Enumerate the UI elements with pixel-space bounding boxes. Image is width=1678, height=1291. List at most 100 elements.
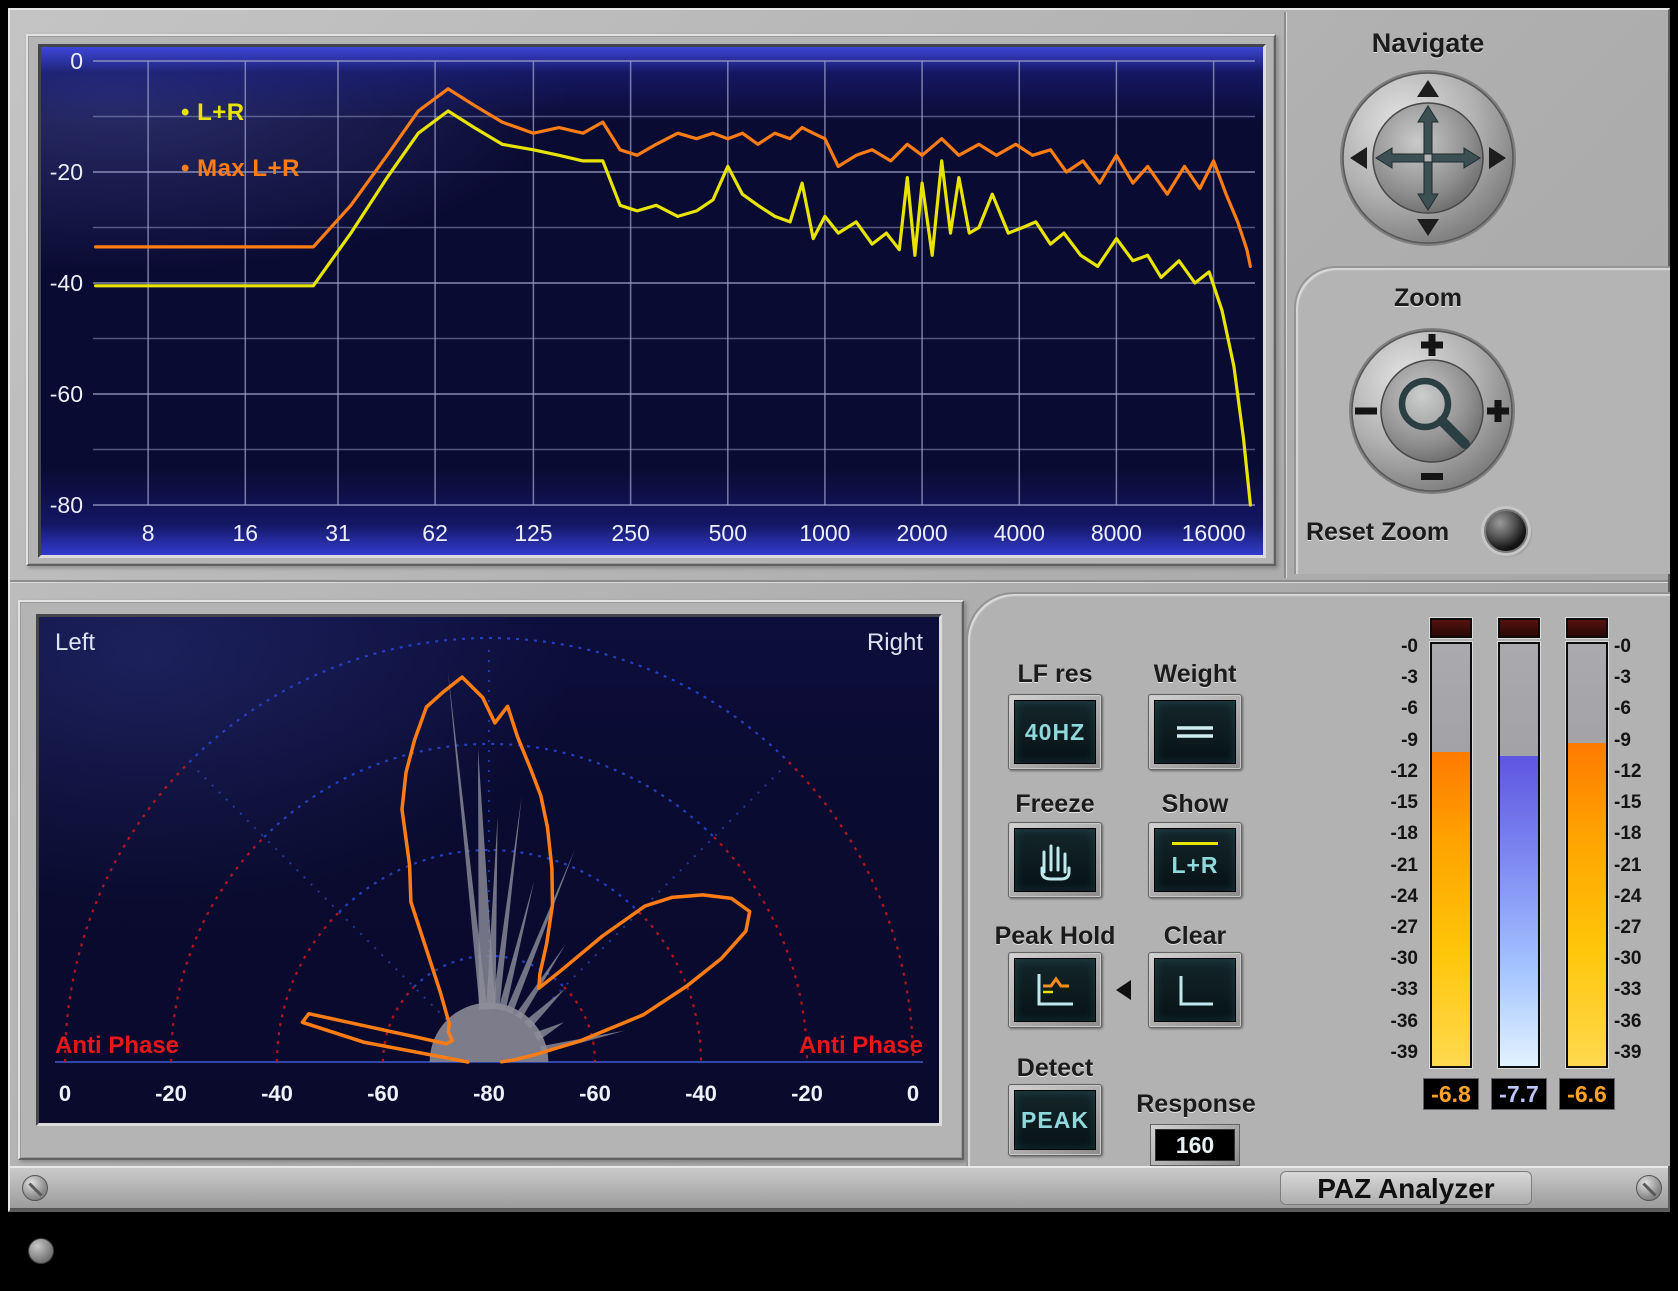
svg-text:0: 0 bbox=[70, 48, 83, 74]
svg-text:4000: 4000 bbox=[994, 520, 1045, 546]
meter-scale-tick: -30 bbox=[1370, 948, 1418, 970]
weight-button[interactable] bbox=[1148, 694, 1242, 770]
show-label: Show bbox=[1140, 790, 1250, 819]
lf-res-button[interactable]: 40HZ bbox=[1008, 694, 1102, 770]
polar-left-label: Left bbox=[55, 629, 95, 657]
meter-scale-tick: -24 bbox=[1614, 886, 1662, 908]
meter-scale-left: -0-3-6-9-12-15-18-21-24-27-30-33-36-39 bbox=[1370, 636, 1418, 1064]
svg-text:2000: 2000 bbox=[897, 520, 948, 546]
svg-text:-20: -20 bbox=[50, 159, 83, 185]
svg-text:0: 0 bbox=[59, 1081, 71, 1106]
meter-scale-tick: -0 bbox=[1614, 636, 1662, 658]
meter-scale-tick: -18 bbox=[1614, 823, 1662, 845]
navigate-pad[interactable] bbox=[1338, 68, 1518, 248]
clip-indicator-mid[interactable] bbox=[1498, 618, 1540, 638]
meter-readout-right[interactable]: -6.6 bbox=[1559, 1078, 1615, 1110]
svg-text:-80: -80 bbox=[473, 1081, 505, 1106]
svg-text:8000: 8000 bbox=[1091, 520, 1142, 546]
meter-scale-tick: -33 bbox=[1370, 979, 1418, 1001]
svg-text:-20: -20 bbox=[155, 1081, 187, 1106]
svg-text:125: 125 bbox=[514, 520, 552, 546]
meter-readout-left[interactable]: -6.8 bbox=[1423, 1078, 1479, 1110]
freeze-label: Freeze bbox=[996, 790, 1114, 819]
polar-display[interactable]: 0-20-40-60-80-60-40-200 Left Right Anti … bbox=[36, 614, 942, 1126]
svg-text:8: 8 bbox=[142, 520, 155, 546]
clear-button[interactable] bbox=[1148, 952, 1242, 1028]
svg-text:-60: -60 bbox=[50, 381, 83, 407]
spectrum-display[interactable]: 81631621252505001000200040008000160000-2… bbox=[38, 44, 1266, 558]
meter-fill-left bbox=[1432, 752, 1470, 1066]
meter-scale-tick: -9 bbox=[1614, 730, 1662, 752]
meter-scale-tick: -12 bbox=[1614, 761, 1662, 783]
response-label: Response bbox=[1126, 1090, 1266, 1119]
response-control[interactable]: 160 bbox=[1150, 1124, 1240, 1166]
navigate-label: Navigate bbox=[1298, 28, 1558, 59]
meter-scale-tick: -36 bbox=[1370, 1011, 1418, 1033]
svg-text:-60: -60 bbox=[367, 1081, 399, 1106]
clip-indicator-right[interactable] bbox=[1566, 618, 1608, 638]
meter-scale-tick: -27 bbox=[1614, 917, 1662, 939]
detect-button[interactable]: PEAK bbox=[1008, 1084, 1102, 1156]
level-meter-right bbox=[1566, 642, 1608, 1068]
svg-text:0: 0 bbox=[907, 1081, 919, 1106]
show-yellow-line-icon bbox=[1172, 842, 1218, 845]
meter-scale-right: -0-3-6-9-12-15-18-21-24-27-30-33-36-39 bbox=[1614, 636, 1662, 1064]
meter-scale-tick: -6 bbox=[1370, 698, 1418, 720]
zoom-label: Zoom bbox=[1298, 284, 1558, 313]
meter-scale-tick: -39 bbox=[1614, 1042, 1662, 1064]
legend-item-max-l+r: Max L+R bbox=[181, 155, 300, 189]
zoom-pad[interactable] bbox=[1347, 326, 1517, 496]
meter-scale-tick: -0 bbox=[1370, 636, 1418, 658]
lf-res-value: 40HZ bbox=[1025, 719, 1085, 746]
zoom-in-right-icon-bar[interactable] bbox=[1495, 400, 1502, 422]
paz-analyzer-window: 81631621252505001000200040008000160000-2… bbox=[0, 0, 1678, 1291]
reset-zoom-button[interactable] bbox=[1484, 509, 1528, 553]
svg-text:62: 62 bbox=[422, 520, 448, 546]
peak-hold-label: Peak Hold bbox=[986, 922, 1124, 951]
meter-scale-tick: -27 bbox=[1370, 917, 1418, 939]
meter-scale-tick: -21 bbox=[1614, 855, 1662, 877]
weight-label: Weight bbox=[1140, 660, 1250, 689]
plugin-title: PAZ Analyzer bbox=[1280, 1171, 1532, 1205]
meter-scale-tick: -15 bbox=[1370, 792, 1418, 814]
horizontal-divider bbox=[10, 580, 1668, 582]
svg-text:-40: -40 bbox=[261, 1081, 293, 1106]
left-arrow-indicator-icon bbox=[1116, 980, 1131, 1000]
show-button[interactable]: L+R bbox=[1148, 822, 1242, 898]
zoom-out-bottom-icon[interactable] bbox=[1421, 473, 1443, 480]
zoom-in-top-icon-bar[interactable] bbox=[1421, 342, 1443, 349]
detect-label: Detect bbox=[996, 1054, 1114, 1083]
reset-zoom-label: Reset Zoom bbox=[1306, 518, 1449, 547]
clear-label: Clear bbox=[1140, 922, 1250, 951]
lf-res-label: LF res bbox=[996, 660, 1114, 689]
response-value: 160 bbox=[1155, 1129, 1235, 1161]
svg-text:-40: -40 bbox=[50, 270, 83, 296]
level-meter-mid bbox=[1498, 642, 1540, 1068]
anti-phase-left-label: Anti Phase bbox=[55, 1032, 179, 1060]
svg-text:-80: -80 bbox=[50, 492, 83, 518]
screw-icon bbox=[28, 1238, 54, 1264]
vertical-divider bbox=[1284, 12, 1286, 578]
clear-axis-icon bbox=[1167, 966, 1223, 1014]
meter-scale-tick: -15 bbox=[1614, 792, 1662, 814]
clip-indicator-left[interactable] bbox=[1430, 618, 1472, 638]
svg-text:16000: 16000 bbox=[1182, 520, 1246, 546]
peak-hold-axis-icon bbox=[1027, 966, 1083, 1014]
svg-text:250: 250 bbox=[611, 520, 649, 546]
screw-icon bbox=[22, 1175, 48, 1201]
svg-text:-60: -60 bbox=[579, 1081, 611, 1106]
svg-text:-20: -20 bbox=[791, 1081, 823, 1106]
svg-text:500: 500 bbox=[709, 520, 747, 546]
svg-text:31: 31 bbox=[325, 520, 351, 546]
zoom-out-left-icon[interactable] bbox=[1355, 408, 1377, 415]
meter-scale-tick: -21 bbox=[1370, 855, 1418, 877]
meter-readout-mid[interactable]: -7.7 bbox=[1491, 1078, 1547, 1110]
meter-fill-mid bbox=[1500, 756, 1538, 1066]
level-meter-left bbox=[1430, 642, 1472, 1068]
svg-text:16: 16 bbox=[233, 520, 259, 546]
double-line-icon bbox=[1167, 712, 1223, 752]
freeze-button[interactable] bbox=[1008, 822, 1102, 898]
hand-icon bbox=[1030, 836, 1080, 884]
meter-scale-tick: -12 bbox=[1370, 761, 1418, 783]
peak-hold-button[interactable] bbox=[1008, 952, 1102, 1028]
